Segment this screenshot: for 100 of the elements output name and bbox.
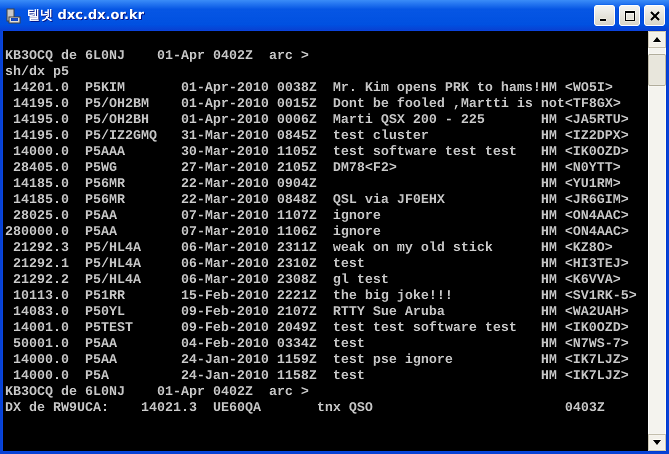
time-text: 1159Z (276, 353, 318, 369)
prompt-line: KB3OCQ de 6L0NJ 01-Apr 0402Z arc > (5, 49, 309, 65)
time-text: 0848Z (276, 193, 318, 209)
spotter-text: <KZ8O> (564, 241, 613, 257)
flag-text: HM (540, 321, 557, 337)
frequency-text: 21292.1 (12, 257, 69, 273)
time-text: 2311Z (276, 241, 318, 257)
frequency-text: 10113.0 (12, 289, 69, 305)
flag-text: HM (540, 353, 557, 369)
spotter-text: <K6VVA> (564, 273, 621, 289)
maximize-button[interactable] (619, 5, 640, 26)
date-text: 09-Feb-2010 (180, 305, 270, 321)
comment-text: ignore (332, 209, 382, 225)
comment-text: Mr. Kim opens PRK to hams! (332, 81, 541, 97)
callsign-text: P5/HL4A (84, 273, 142, 289)
date-text: 06-Mar-2010 (180, 273, 270, 289)
flag-text: HM (540, 289, 557, 305)
callsign-text: P56MR (84, 177, 126, 193)
date-text: 06-Mar-2010 (180, 241, 270, 257)
dx-announcement-line: DX de RW9UCA: 14021.3 UE60QA tnx QSO 0403Z (5, 401, 605, 417)
callsign-text: P50YL (84, 305, 126, 321)
flag-text: HM (540, 273, 557, 289)
frequency-text: 14083.0 (12, 305, 69, 321)
spotter-text: <JA5RTU> (564, 113, 629, 129)
command-line: sh/dx p5 (5, 65, 69, 81)
spotter-text: <HI3TEJ> (564, 257, 629, 273)
frequency-text: 28025.0 (12, 209, 69, 225)
spotter-text: <SV1RK-5> (564, 289, 637, 305)
callsign-text: P5AA (84, 337, 118, 353)
flag-text: HM (540, 161, 557, 177)
frequency-text: 14185.0 (12, 193, 69, 209)
time-text: 1106Z (276, 225, 318, 241)
spotter-text: <WA2UAH> (564, 305, 629, 321)
spotter-text: <IK7LJZ> (564, 369, 629, 385)
date-text: 31-Mar-2010 (180, 129, 270, 145)
flag-text: HM (540, 369, 557, 385)
flag-text: HM (540, 337, 557, 353)
time-text: 0845Z (276, 129, 318, 145)
comment-text: QSL via JF0EHX (332, 193, 446, 209)
flag-text: HM (540, 209, 557, 225)
close-button[interactable] (644, 5, 665, 26)
frequency-text: 280000.0 (5, 225, 69, 241)
time-text: 0015Z (276, 97, 318, 113)
frequency-text: 50001.0 (12, 337, 69, 353)
callsign-text: P5/OH2BM (84, 97, 150, 113)
spotter-text: <N7WS-7> (564, 337, 629, 353)
scrollbar-thumb[interactable] (648, 54, 666, 86)
comment-text: test software test test (332, 145, 518, 161)
date-text: 06-Mar-2010 (180, 257, 270, 273)
callsign-text: P5AA (84, 353, 118, 369)
comment-text: DM78<F2> (332, 161, 398, 177)
flag-text: HM (540, 113, 557, 129)
spotter-text: <IZ2DPX> (564, 129, 629, 145)
comment-text: test cluster (332, 129, 430, 145)
date-text: 01-Apr-2010 (180, 113, 270, 129)
maximize-icon (624, 10, 636, 22)
spotter-text: <JR6GIM> (564, 193, 629, 209)
comment-text: test (332, 337, 366, 353)
comment-text: test pse ignore (332, 353, 454, 369)
date-text: 07-Mar-2010 (180, 209, 270, 225)
close-icon (648, 10, 660, 22)
flag-text: HM (540, 177, 557, 193)
comment-text: test (332, 257, 366, 273)
scroll-up-button[interactable] (648, 31, 666, 48)
scroll-down-button[interactable] (648, 434, 666, 451)
comment-text: test test software test (332, 321, 518, 337)
date-text: 01-Apr-2010 (180, 81, 270, 97)
date-text: 24-Jan-2010 (180, 369, 270, 385)
frequency-text: 28405.0 (12, 161, 69, 177)
flag-text: HM (540, 257, 557, 273)
minimize-button[interactable] (594, 5, 615, 26)
flag-text: HM (540, 129, 557, 145)
callsign-text: P5TEST (84, 321, 134, 337)
telnet-app-icon (5, 8, 21, 24)
flag-text: HM (540, 305, 557, 321)
callsign-text: P5/IZ2GMQ (84, 129, 158, 145)
time-text: 2308Z (276, 273, 318, 289)
time-text: 0904Z (276, 177, 318, 193)
date-text: 24-Jan-2010 (180, 353, 270, 369)
frequency-text: 14201.0 (12, 81, 69, 97)
frequency-text: 14195.0 (12, 113, 69, 129)
flag-text: HM (540, 145, 557, 161)
date-text: 01-Apr-2010 (180, 97, 270, 113)
spotter-text: <ON4AAC> (564, 209, 629, 225)
time-text: 0038Z (276, 81, 318, 97)
prompt-line: KB3OCQ de 6L0NJ 01-Apr 0402Z arc > (5, 385, 309, 401)
comment-text: ignore (332, 225, 382, 241)
date-text: 30-Mar-2010 (180, 145, 270, 161)
spotter-text: <IK0OZD> (564, 145, 629, 161)
frequency-text: 14000.0 (12, 353, 69, 369)
flag-text: HM (540, 241, 557, 257)
flag-text: HM (540, 81, 557, 97)
date-text: 09-Feb-2010 (180, 321, 270, 337)
time-text: 1158Z (276, 369, 318, 385)
time-text: 0006Z (276, 113, 318, 129)
date-text: 07-Mar-2010 (180, 225, 270, 241)
spotter-text: <WO5I> (564, 81, 613, 97)
comment-text: the big joke!!! (332, 289, 454, 305)
time-text: 1107Z (276, 209, 318, 225)
callsign-text: P5WG (84, 161, 118, 177)
